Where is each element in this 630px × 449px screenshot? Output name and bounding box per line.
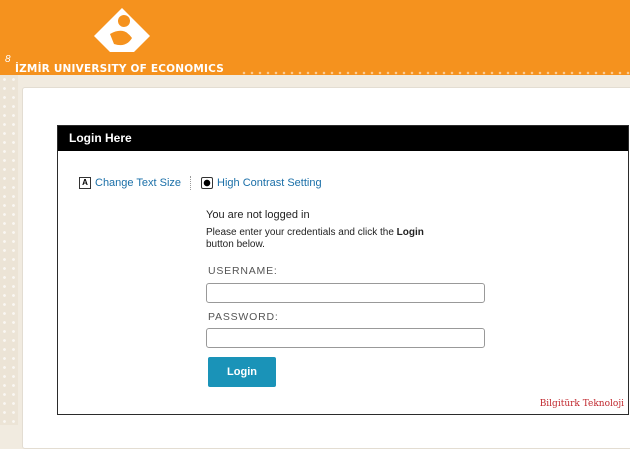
password-label: PASSWORD: — [208, 311, 279, 323]
login-button[interactable]: Login — [208, 357, 276, 387]
login-instructions: Please enter your credentials and click … — [206, 227, 451, 251]
password-input[interactable] — [206, 328, 485, 348]
divider — [190, 176, 192, 190]
high-contrast-link[interactable]: High Contrast Setting — [201, 177, 322, 189]
developer-credit: Bilgitürk Teknoloji — [539, 399, 624, 409]
university-logo-icon — [94, 8, 150, 52]
change-text-size-link[interactable]: A Change Text Size — [79, 177, 181, 189]
text-size-icon: A — [79, 177, 91, 189]
username-label: USERNAME: — [208, 265, 278, 277]
instructions-bold: Login — [396, 227, 424, 238]
login-panel: Login Here A Change Text Size High Contr… — [57, 125, 629, 415]
instructions-text-1: Please enter your credentials and click … — [206, 227, 397, 238]
high-contrast-label: High Contrast Setting — [217, 177, 322, 189]
contrast-icon — [201, 177, 214, 189]
header-banner: 8 İZMİR UNIVERSITY OF ECONOMICS — [0, 0, 630, 76]
edit-icon[interactable]: 8 — [5, 54, 15, 66]
login-title: Login Here — [58, 126, 628, 151]
banner-dot-pattern — [240, 70, 630, 76]
accessibility-bar: A Change Text Size High Contrast Setting — [79, 175, 322, 191]
change-text-size-label: Change Text Size — [95, 177, 182, 189]
side-pattern — [0, 75, 18, 425]
university-name: İZMİR UNIVERSITY OF ECONOMICS — [15, 63, 225, 75]
instructions-text-2: button below. — [206, 239, 265, 250]
username-input[interactable] — [206, 283, 485, 303]
login-status: You are not logged in — [206, 209, 310, 221]
